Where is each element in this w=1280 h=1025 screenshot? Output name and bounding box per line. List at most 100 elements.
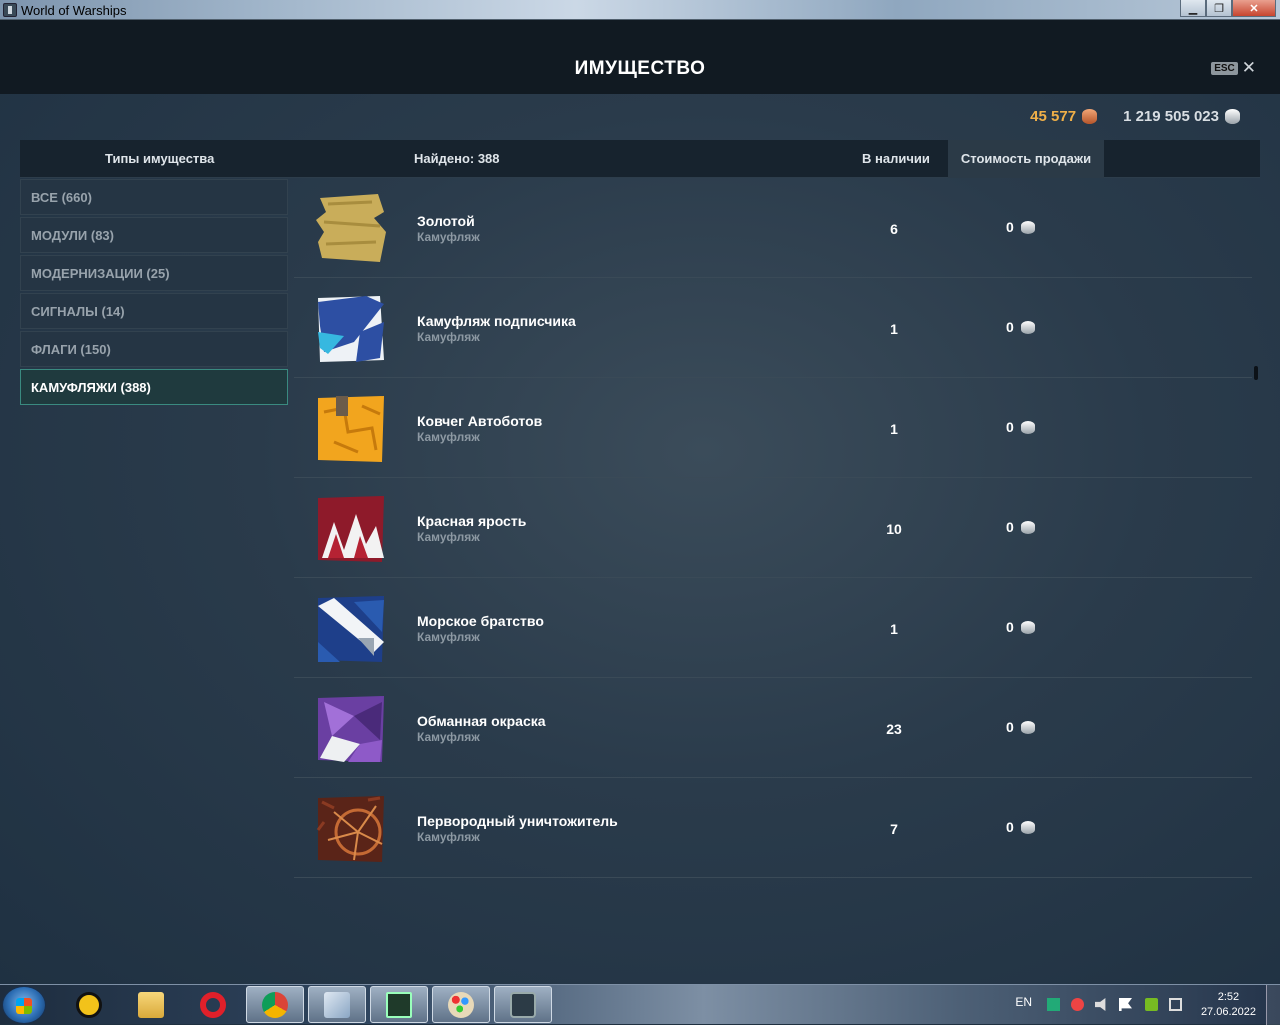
gold-camo-icon [316, 194, 386, 262]
column-header: Типы имущества Найдено: 388 В наличии Ст… [20, 140, 1260, 178]
item-quantity: 6 [890, 221, 898, 237]
red-fury-camo-icon [318, 496, 384, 562]
item-name: Обманная окраска [417, 713, 546, 729]
taskbar-opera[interactable] [184, 986, 242, 1023]
taskbar: EN 2:52 27.06.2022 [0, 984, 1280, 1025]
taskbar-app-tablet[interactable] [308, 986, 366, 1023]
subscriber-camo-icon [318, 296, 384, 362]
taskbar-chrome[interactable] [246, 986, 304, 1023]
flag-icon[interactable] [1119, 998, 1132, 1011]
item-name: Золотой [417, 213, 475, 229]
item-type: Камуфляж [417, 530, 480, 544]
restore-icon[interactable]: ❐ [1206, 0, 1232, 17]
item-name: Морское братство [417, 613, 544, 629]
esc-label: ESC [1211, 61, 1238, 75]
item-price-value: 0 [1006, 519, 1014, 535]
item-name: Камуфляж подписчика [417, 313, 576, 329]
stock-column-header[interactable]: В наличии [862, 151, 930, 166]
item-price: 0 [1006, 819, 1035, 835]
clock[interactable]: 2:52 27.06.2022 [1201, 990, 1256, 1020]
taskbar-explorer[interactable] [122, 986, 180, 1023]
doubloons-value: 45 577 [1030, 108, 1077, 125]
close-icon[interactable]: ✕ [1242, 59, 1256, 76]
list-item[interactable]: Камуфляж подписчика Камуфляж 1 0 [294, 278, 1252, 378]
items-list: Золотой Камуфляж 6 0 Камуфляж подписчика… [294, 178, 1252, 878]
app-icon [3, 3, 17, 17]
item-price-value: 0 [1006, 319, 1014, 335]
taskbar-paint[interactable] [432, 986, 490, 1023]
taskbar-app-monitor[interactable] [370, 986, 428, 1023]
item-quantity: 10 [886, 521, 902, 537]
nvidia-icon[interactable] [1145, 998, 1158, 1011]
credits-icon [1020, 220, 1035, 234]
found-count: Найдено: 388 [414, 151, 500, 166]
credits-value: 1 219 505 023 [1123, 108, 1219, 125]
item-name: Ковчег Автоботов [417, 413, 543, 429]
close-icon[interactable]: ✕ [1232, 0, 1276, 17]
list-item[interactable]: Морское братство Камуфляж 1 0 [294, 578, 1252, 678]
credits-balance: 1 219 505 023 [1123, 108, 1240, 125]
item-quantity: 23 [886, 721, 902, 737]
item-quantity: 1 [890, 421, 898, 437]
list-item[interactable]: Золотой Камуфляж 6 0 [294, 178, 1252, 278]
item-price-value: 0 [1006, 719, 1014, 735]
network-icon[interactable] [1169, 998, 1182, 1011]
list-item[interactable]: Ковчег Автоботов Камуфляж 1 0 [294, 378, 1252, 478]
start-button[interactable] [2, 986, 46, 1024]
list-item[interactable]: Первородный уничтожитель Камуфляж 7 0 [294, 778, 1252, 878]
folder-icon [138, 991, 164, 1018]
window-titlebar: World of Warships ▁ ❐ ✕ [0, 0, 1280, 20]
list-item[interactable]: Красная ярость Камуфляж 10 0 [294, 478, 1252, 578]
taskbar-world-of-warships[interactable] [494, 986, 552, 1023]
monitor-icon [386, 991, 412, 1018]
item-price: 0 [1006, 719, 1035, 735]
item-name: Красная ярость [417, 513, 527, 529]
credits-icon [1225, 109, 1240, 124]
volume-icon[interactable] [1095, 998, 1106, 1011]
taskbar-app-launcher[interactable] [60, 986, 118, 1023]
sidebar-item-camouflages[interactable]: КАМУФЛЯЖИ (388) [20, 369, 288, 405]
esc-close-button[interactable]: ESC ✕ [1211, 59, 1256, 76]
price-column-header[interactable]: Стоимость продажи [948, 140, 1104, 178]
sidebar-item-all[interactable]: ВСЕ (660) [20, 179, 288, 215]
triangle-app-icon [76, 991, 102, 1018]
show-desktop-button[interactable] [1266, 985, 1280, 1025]
deceptive-paint-camo-icon [318, 696, 384, 762]
item-price: 0 [1006, 619, 1035, 635]
sidebar-item-modules[interactable]: МОДУЛИ (83) [20, 217, 288, 253]
system-tray: EN 2:52 27.06.2022 [1015, 985, 1280, 1025]
item-type: Камуфляж [417, 730, 480, 744]
item-quantity: 1 [890, 621, 898, 637]
sidebar-item-flags[interactable]: ФЛАГИ (150) [20, 331, 288, 367]
item-quantity: 7 [890, 821, 898, 837]
item-price: 0 [1006, 419, 1035, 435]
doubloons-balance: 45 577 [1030, 108, 1098, 125]
credits-icon [1020, 820, 1035, 834]
sidebar-item-signals[interactable]: СИГНАЛЫ (14) [20, 293, 288, 329]
language-indicator[interactable]: EN [1015, 995, 1032, 1009]
window-controls: ▁ ❐ ✕ [1180, 0, 1276, 17]
item-type: Камуфляж [417, 330, 480, 344]
sidebar-item-upgrades[interactable]: МОДЕРНИЗАЦИИ (25) [20, 255, 288, 291]
item-price: 0 [1006, 519, 1035, 535]
main-panel: 45 577 1 219 505 023 Типы имущества Найд… [0, 94, 1280, 984]
window-title: World of Warships [21, 3, 127, 18]
warships-icon [510, 991, 536, 1018]
currency-bar: 45 577 1 219 505 023 [1030, 108, 1240, 125]
minimize-icon[interactable]: ▁ [1180, 0, 1206, 17]
credits-icon [1020, 620, 1035, 634]
red-tray-icon[interactable] [1071, 998, 1084, 1011]
item-price-value: 0 [1006, 619, 1014, 635]
item-price: 0 [1006, 319, 1035, 335]
list-item[interactable]: Обманная окраска Камуфляж 23 0 [294, 678, 1252, 778]
paint-palette-icon [448, 991, 474, 1018]
item-price-value: 0 [1006, 219, 1014, 235]
item-name: Первородный уничтожитель [417, 813, 618, 829]
item-type: Камуфляж [417, 830, 480, 844]
chrome-icon [262, 991, 288, 1018]
tablet-icon [324, 991, 350, 1018]
types-sidebar: ВСЕ (660) МОДУЛИ (83) МОДЕРНИЗАЦИИ (25) … [20, 179, 288, 407]
green-tray-icon[interactable] [1047, 998, 1060, 1011]
item-price: 0 [1006, 219, 1035, 235]
list-scrollbar[interactable] [1254, 366, 1258, 380]
